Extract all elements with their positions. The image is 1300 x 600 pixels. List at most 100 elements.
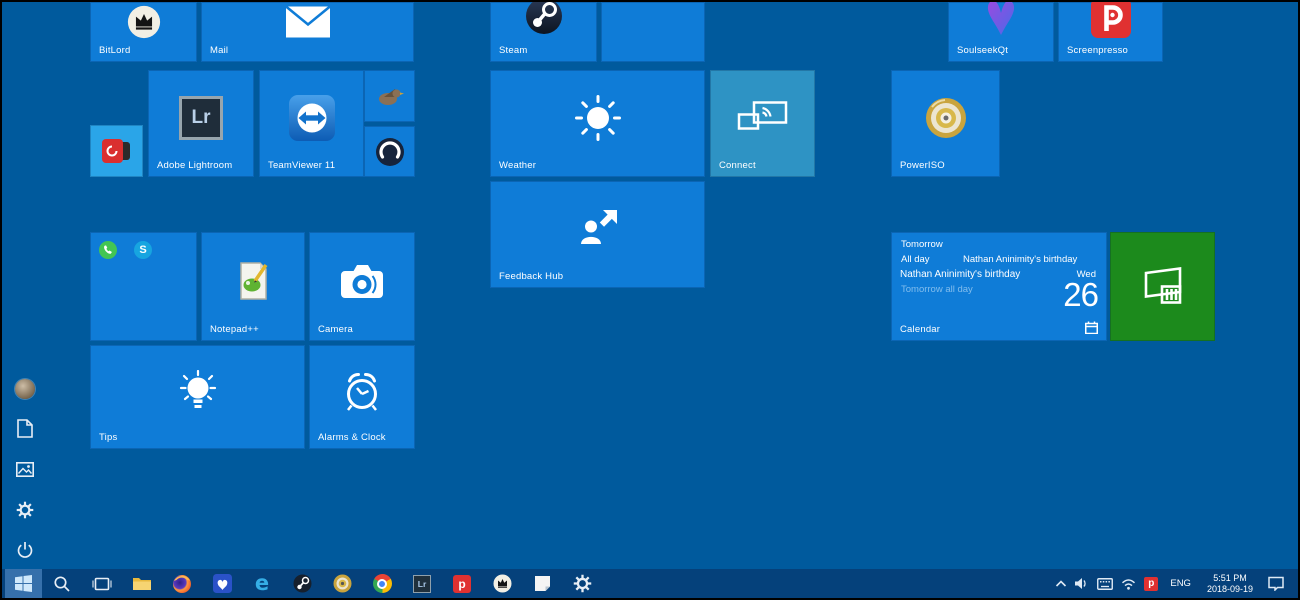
poweriso-taskbar-button[interactable] (322, 569, 362, 598)
task-view-button[interactable] (82, 569, 122, 598)
lightbulb-icon (175, 370, 221, 414)
teamviewer-icon (289, 95, 335, 141)
bitlord-taskbar-button[interactable] (482, 569, 522, 598)
firefox-icon (172, 574, 192, 594)
documents-button[interactable] (7, 410, 43, 446)
tile-tips-label: Tips (99, 432, 117, 443)
tray-overflow-button[interactable] (1052, 569, 1070, 598)
tile-alarms-clock[interactable]: Alarms & Clock (309, 345, 415, 449)
search-icon (53, 575, 71, 593)
tile-screenpresso[interactable]: Screenpresso (1058, 2, 1163, 62)
taskbar: e Lr p (2, 569, 1298, 598)
calendar-day-number: 26 (1063, 278, 1098, 311)
tile-connect[interactable]: Connect (710, 70, 815, 177)
calendar-allday-label: All day (901, 254, 930, 265)
skype-icon-text: S (139, 244, 146, 256)
tile-notepadpp[interactable]: Notepad++ (201, 232, 305, 341)
user-account-button[interactable] (7, 371, 43, 407)
sun-icon (574, 94, 622, 142)
screenshot-frame: BitLord Mail Lr Adobe Lightroom TeamView… (0, 0, 1300, 600)
tile-camera[interactable]: Camera (309, 232, 415, 341)
tile-bitlord[interactable]: BitLord (90, 2, 197, 62)
mail-envelope-icon (286, 6, 330, 39)
pictures-icon (16, 462, 34, 477)
fullscreen-start: BitLord Mail Lr Adobe Lightroom TeamView… (2, 2, 1298, 598)
lightroom-icon: Lr (413, 575, 431, 593)
taskbar-clock[interactable]: 5:51 PM 2018-09-19 (1199, 573, 1261, 594)
steam-taskbar-button[interactable] (282, 569, 322, 598)
steam-icon (293, 574, 312, 593)
notepadpp-icon (233, 260, 273, 302)
action-center-button[interactable] (1261, 569, 1291, 598)
tile-connect-label: Connect (719, 160, 756, 171)
tile-red-app[interactable] (90, 125, 143, 177)
sparrow-icon (375, 83, 405, 109)
tile-mail-label: Mail (210, 45, 228, 56)
calendar-glyph-icon (1085, 321, 1098, 334)
tile-notepadpp-label: Notepad++ (210, 324, 259, 335)
settings-taskbar-button[interactable] (562, 569, 602, 598)
soulseek-taskbar-button[interactable] (202, 569, 242, 598)
notes-app-button[interactable] (522, 569, 562, 598)
document-icon (17, 419, 33, 438)
note-page-icon (534, 575, 551, 592)
touch-keyboard-button[interactable] (1093, 569, 1117, 598)
tile-bird-game[interactable] (364, 70, 415, 122)
file-explorer-button[interactable] (122, 569, 162, 598)
screenpresso-icon-text: p (458, 578, 465, 590)
windows-logo-icon (15, 575, 32, 592)
tile-steam[interactable]: Steam (490, 2, 597, 62)
tile-feedback-hub[interactable]: Feedback Hub (490, 181, 705, 288)
tile-poweriso[interactable]: PowerISO (891, 70, 1000, 177)
tile-calendar[interactable]: Tomorrow All day Nathan Aninimity's birt… (891, 232, 1107, 341)
screenpresso-icon (1091, 2, 1131, 38)
lightroom-icon-text: Lr (418, 579, 427, 589)
tile-vpn-app[interactable] (364, 126, 415, 177)
keyboard-icon (1097, 578, 1113, 590)
tray-time: 5:51 PM (1207, 573, 1253, 584)
tile-soulseekqt[interactable]: SoulseekQt (948, 2, 1054, 62)
screenpresso-tray-text: p (1148, 579, 1154, 589)
pictures-button[interactable] (7, 451, 43, 487)
volume-button[interactable] (1070, 569, 1093, 598)
tile-folder-messaging[interactable]: S (90, 232, 197, 341)
file-explorer-icon (132, 575, 152, 592)
poweriso-disc-icon (333, 574, 352, 593)
start-rail (2, 2, 50, 569)
calendar-header: Tomorrow (901, 239, 943, 250)
language-indicator[interactable]: ENG (1162, 578, 1199, 589)
screenpresso-tray-button[interactable]: p (1140, 569, 1162, 598)
movies-tv-icon (1137, 266, 1189, 308)
tile-teamviewer[interactable]: TeamViewer 11 (259, 70, 364, 177)
tile-movies-tv[interactable] (1110, 232, 1215, 341)
tile-lightroom-label: Adobe Lightroom (157, 160, 232, 171)
tile-weather[interactable]: Weather (490, 70, 705, 177)
user-avatar (15, 379, 35, 399)
camera-icon (339, 262, 385, 300)
edge-button[interactable]: e (242, 569, 282, 598)
feedback-person-icon (578, 209, 618, 249)
tile-feedback-label: Feedback Hub (499, 271, 563, 282)
tile-adobe-lightroom[interactable]: Lr Adobe Lightroom (148, 70, 254, 177)
chrome-button[interactable] (362, 569, 402, 598)
dark-circle-arc-icon (374, 136, 406, 168)
cast-screens-icon (737, 101, 789, 135)
tile-bitlord-label: BitLord (99, 45, 131, 56)
gear-icon (573, 574, 592, 593)
speaker-icon (1074, 577, 1089, 590)
start-button[interactable] (5, 569, 42, 598)
network-button[interactable] (1117, 569, 1140, 598)
tile-mail[interactable]: Mail (201, 2, 414, 62)
firefox-button[interactable] (162, 569, 202, 598)
tile-blank[interactable] (601, 2, 705, 62)
tile-tips[interactable]: Tips (90, 345, 305, 449)
screenpresso-taskbar-button[interactable]: p (442, 569, 482, 598)
tile-screenpresso-label: Screenpresso (1067, 45, 1128, 56)
tile-poweriso-label: PowerISO (900, 160, 945, 171)
lightroom-taskbar-button[interactable]: Lr (402, 569, 442, 598)
settings-button[interactable] (7, 492, 43, 528)
wifi-icon (1121, 578, 1136, 590)
taskbar-search-button[interactable] (42, 569, 82, 598)
tile-alarms-label: Alarms & Clock (318, 432, 386, 443)
power-button[interactable] (7, 532, 43, 568)
